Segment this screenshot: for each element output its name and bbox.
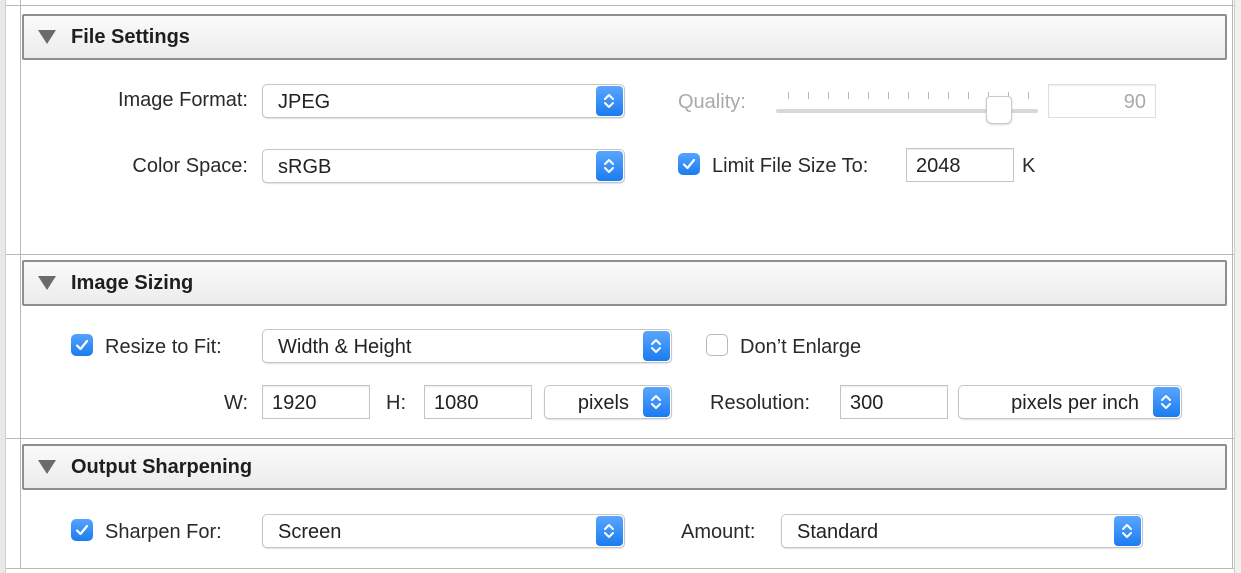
panel-right-frame <box>1234 0 1241 573</box>
dont-enlarge-label: Don’t Enlarge <box>740 336 862 358</box>
slider-tick <box>1028 92 1029 99</box>
resolution-units-select[interactable]: pixels per inch <box>958 385 1182 419</box>
sharpen-for-select[interactable]: Screen <box>262 514 625 548</box>
checkmark-icon <box>682 158 696 170</box>
image-format-value: JPEG <box>278 91 331 113</box>
divider <box>6 568 1234 569</box>
resize-to-fit-label: Resize to Fit: <box>105 336 222 358</box>
color-space-value: sRGB <box>278 156 332 178</box>
width-label: W: <box>224 392 249 414</box>
resolution-field[interactable]: 300 <box>840 385 948 419</box>
quality-slider-knob[interactable] <box>986 96 1012 124</box>
section-title: Image Sizing <box>71 272 194 294</box>
limit-file-size-field[interactable]: 2048 <box>906 148 1014 182</box>
amount-label: Amount: <box>681 521 756 543</box>
disclosure-triangle-icon[interactable] <box>38 30 56 44</box>
image-format-label: Image Format: <box>117 89 248 111</box>
sharpen-for-checkbox[interactable] <box>71 519 93 541</box>
section-title: File Settings <box>71 26 190 48</box>
amount-value: Standard <box>797 521 879 543</box>
color-space-label: Color Space: <box>132 155 248 177</box>
image-format-select[interactable]: JPEG <box>262 84 625 118</box>
resize-mode-select[interactable]: Width & Height <box>262 329 672 363</box>
resolution-units-value: pixels per inch <box>1011 392 1139 414</box>
slider-tick <box>908 92 909 99</box>
height-value: 1080 <box>434 392 479 414</box>
divider <box>6 5 1234 6</box>
up-down-chevron-icon[interactable] <box>596 151 623 181</box>
size-units-value: pixels <box>577 392 629 414</box>
slider-tick <box>888 92 889 99</box>
sharpen-for-value: Screen <box>278 521 342 543</box>
up-down-chevron-icon[interactable] <box>1153 387 1180 417</box>
limit-file-size-value: 2048 <box>916 155 961 177</box>
up-down-chevron-icon[interactable] <box>643 387 670 417</box>
up-down-chevron-icon[interactable] <box>1114 516 1141 546</box>
image-sizing-header[interactable]: Image Sizing <box>22 260 1227 306</box>
resolution-value: 300 <box>850 392 884 414</box>
limit-file-size-label: Limit File Size To: <box>712 155 869 177</box>
height-label: H: <box>386 392 406 414</box>
width-value: 1920 <box>272 392 317 414</box>
quality-value: 90 <box>1123 91 1146 113</box>
checkmark-icon <box>75 339 89 351</box>
slider-tick <box>788 92 789 99</box>
disclosure-triangle-icon[interactable] <box>38 276 56 290</box>
resize-to-fit-checkbox[interactable] <box>71 334 93 356</box>
size-units-select[interactable]: pixels <box>544 385 672 419</box>
resolution-label: Resolution: <box>710 392 811 414</box>
slider-tick <box>968 92 969 99</box>
up-down-chevron-icon[interactable] <box>596 516 623 546</box>
up-down-chevron-icon[interactable] <box>596 86 623 116</box>
height-field[interactable]: 1080 <box>424 385 532 419</box>
output-sharpening-header[interactable]: Output Sharpening <box>22 444 1227 490</box>
limit-file-size-checkbox[interactable] <box>678 153 700 175</box>
file-settings-header[interactable]: File Settings <box>22 14 1227 60</box>
sharpen-for-label: Sharpen For: <box>105 521 222 543</box>
checkmark-icon <box>75 524 89 536</box>
disclosure-triangle-icon[interactable] <box>38 460 56 474</box>
dont-enlarge-checkbox[interactable] <box>706 334 728 356</box>
divider <box>6 438 1234 439</box>
color-space-select[interactable]: sRGB <box>262 149 625 183</box>
divider <box>6 254 1234 255</box>
quality-field[interactable]: 90 <box>1048 84 1156 118</box>
slider-tick <box>808 92 809 99</box>
amount-select[interactable]: Standard <box>781 514 1143 548</box>
slider-tick <box>868 92 869 99</box>
slider-tick <box>928 92 929 99</box>
slider-tick <box>848 92 849 99</box>
file-size-unit: K <box>1022 155 1036 177</box>
quality-label: Quality: <box>678 91 746 113</box>
slider-tick <box>828 92 829 99</box>
up-down-chevron-icon[interactable] <box>643 331 670 361</box>
panel-left-frame <box>0 0 6 573</box>
section-title: Output Sharpening <box>71 456 253 478</box>
width-field[interactable]: 1920 <box>262 385 370 419</box>
resize-mode-value: Width & Height <box>278 336 412 358</box>
slider-tick <box>948 92 949 99</box>
